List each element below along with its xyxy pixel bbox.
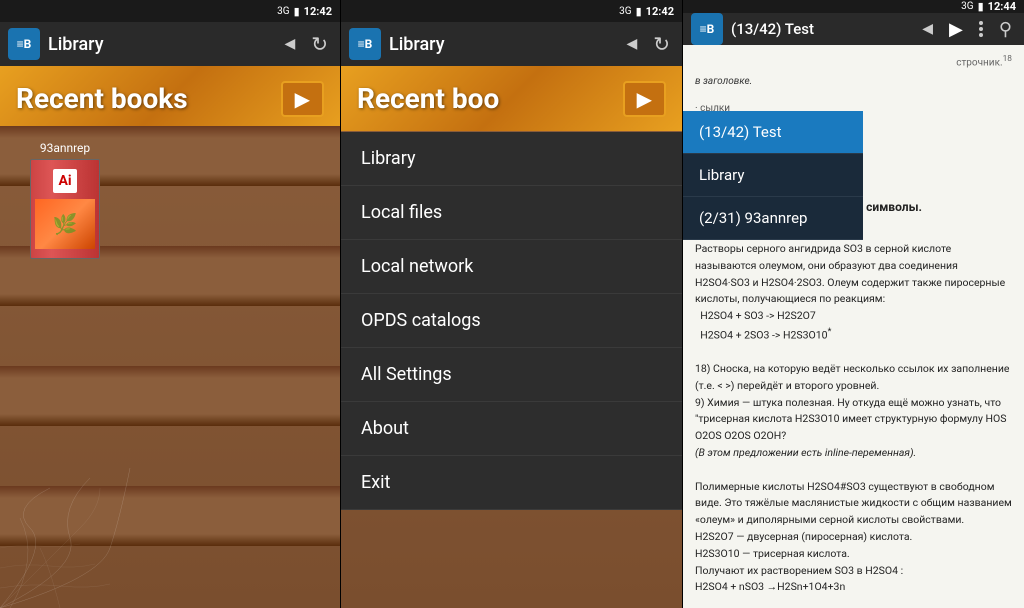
middle-panel: 3G ▮ 12:42 ≡B Library ◀ ↻ Recent boo ▶ L…	[340, 0, 682, 608]
right-time: 12:44	[988, 0, 1016, 13]
right-dropdown-item-test[interactable]: (13/42) Test	[683, 111, 863, 154]
right-status-bar: 3G ▮ 12:44	[683, 0, 1024, 13]
dot-3	[979, 33, 983, 37]
left-toolbar: ≡B Library ◀ ↻	[0, 22, 340, 66]
dot-2	[979, 27, 983, 31]
middle-toolbar-title: Library	[389, 34, 614, 55]
right-logo-text: ≡B	[700, 22, 715, 36]
book-item[interactable]: 93annrep Ai 🌿	[30, 141, 100, 259]
middle-signal: 3G	[619, 6, 631, 17]
adobe-logo-text: Ai	[58, 173, 71, 189]
recent-books-title: Recent books	[16, 82, 188, 115]
menu-item-local-network[interactable]: Local network	[341, 240, 682, 294]
dot-1	[979, 21, 983, 25]
menu-item-about[interactable]: About	[341, 402, 682, 456]
middle-bookshelf: Recent boo ▶ Library Local files Local n…	[341, 66, 682, 608]
doc-body: ОлеумSubScript (подстрочник.) Растворы с…	[695, 224, 1012, 608]
middle-status-icons: 3G ▮ 12:42	[619, 5, 674, 18]
right-toolbar-title: (13/42) Test	[731, 20, 910, 38]
left-logo-text: ≡B	[17, 37, 32, 51]
book-decoration: 🌿	[53, 212, 78, 236]
book-illustration: 🌿	[35, 199, 95, 249]
right-status-icons: 3G ▮ 12:44	[961, 0, 1016, 13]
right-battery-icon: ▮	[978, 0, 984, 13]
left-status-icons: 3G ▮ 12:42	[277, 5, 332, 18]
book-cover[interactable]: Ai 🌿	[30, 159, 100, 259]
doc-footnote: строчник.18	[695, 53, 1012, 70]
dropdown-menu: Library Local files Local network OPDS c…	[341, 132, 682, 510]
book-label: 93annrep	[30, 141, 100, 155]
right-search-icon[interactable]: ⚲	[995, 15, 1016, 44]
book-cover-inner: Ai 🌿	[31, 160, 99, 258]
menu-item-library[interactable]: Library	[341, 132, 682, 186]
right-signal: 3G	[961, 1, 973, 12]
right-toolbar: ≡B (13/42) Test ◀ ▶ ⚲	[683, 13, 1024, 45]
cobweb-decoration	[0, 468, 340, 608]
middle-logo-text: ≡B	[358, 37, 373, 51]
right-panel: 3G ▮ 12:44 ≡B (13/42) Test ◀ ▶ ⚲ (13/4	[682, 0, 1024, 608]
right-dropdown-item-annrep[interactable]: (2/31) 93annrep	[683, 197, 863, 240]
left-battery-icon: ▮	[294, 5, 300, 18]
right-dropdown: (13/42) Test Library (2/31) 93annrep	[683, 111, 863, 240]
left-signal: 3G	[277, 6, 289, 17]
right-dots-menu[interactable]	[975, 17, 987, 41]
left-refresh-icon[interactable]: ↻	[307, 28, 332, 60]
recent-books-arrow[interactable]: ▶	[281, 81, 324, 117]
middle-back-icon[interactable]: ◀	[622, 32, 641, 56]
right-next-icon[interactable]: ▶	[945, 15, 967, 44]
left-bookshelf: Recent books ▶ 93annrep Ai 🌿	[0, 66, 340, 608]
menu-item-all-settings[interactable]: All Settings	[341, 348, 682, 402]
right-logo: ≡B	[691, 13, 723, 45]
middle-battery-icon: ▮	[636, 5, 642, 18]
middle-time: 12:42	[646, 5, 674, 18]
left-toolbar-title: Library	[48, 34, 272, 55]
adobe-logo: Ai	[53, 169, 77, 193]
left-time: 12:42	[304, 5, 332, 18]
middle-logo: ≡B	[349, 28, 381, 60]
middle-refresh-icon[interactable]: ↻	[649, 28, 674, 60]
menu-item-local-files[interactable]: Local files	[341, 186, 682, 240]
left-panel: 3G ▮ 12:42 ≡B Library ◀ ↻ Recent books ▶	[0, 0, 340, 608]
right-dropdown-item-library[interactable]: Library	[683, 154, 863, 197]
middle-status-bar: 3G ▮ 12:42	[341, 0, 682, 22]
dropdown-overlay: Library Local files Local network OPDS c…	[341, 66, 682, 608]
menu-item-opds-catalogs[interactable]: OPDS catalogs	[341, 294, 682, 348]
right-content: (13/42) Test Library (2/31) 93annrep стр…	[683, 45, 1024, 608]
left-status-bar: 3G ▮ 12:42	[0, 0, 340, 22]
right-back-icon[interactable]: ◀	[918, 17, 937, 41]
recent-books-header: Recent books ▶	[0, 66, 340, 131]
doc-heading-hint: в заголовке.	[695, 74, 1012, 89]
shelf-3	[0, 366, 340, 426]
middle-toolbar: ≡B Library ◀ ↻	[341, 22, 682, 66]
left-logo: ≡B	[8, 28, 40, 60]
left-back-icon[interactable]: ◀	[280, 32, 299, 56]
doc-spacer-1	[695, 93, 1012, 101]
menu-item-exit[interactable]: Exit	[341, 456, 682, 510]
